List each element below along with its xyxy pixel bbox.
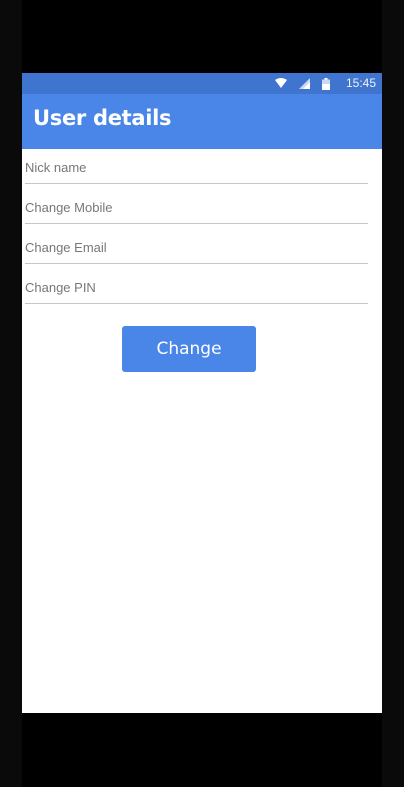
wifi-icon [274,78,287,89]
mobile-field [25,189,368,224]
app-bar: User details [22,94,382,149]
mobile-input[interactable] [25,197,365,217]
cell-signal-icon [298,78,310,89]
right-bezel [382,0,404,787]
status-bar: 15:45 [22,73,382,94]
form-container: Change [22,149,382,713]
change-button[interactable]: Change [122,326,256,372]
nickname-input[interactable] [25,157,365,177]
status-icons: 15:45 [274,76,376,91]
battery-icon [321,77,330,90]
bottom-black-area [22,713,382,787]
email-field [25,229,368,264]
nickname-field [25,149,368,184]
pin-field [25,269,368,304]
left-bezel [0,0,22,787]
top-black-area [22,0,382,73]
email-input[interactable] [25,237,365,257]
page-title: User details [33,106,172,130]
status-time: 15:45 [345,76,376,90]
pin-input[interactable] [25,277,365,297]
